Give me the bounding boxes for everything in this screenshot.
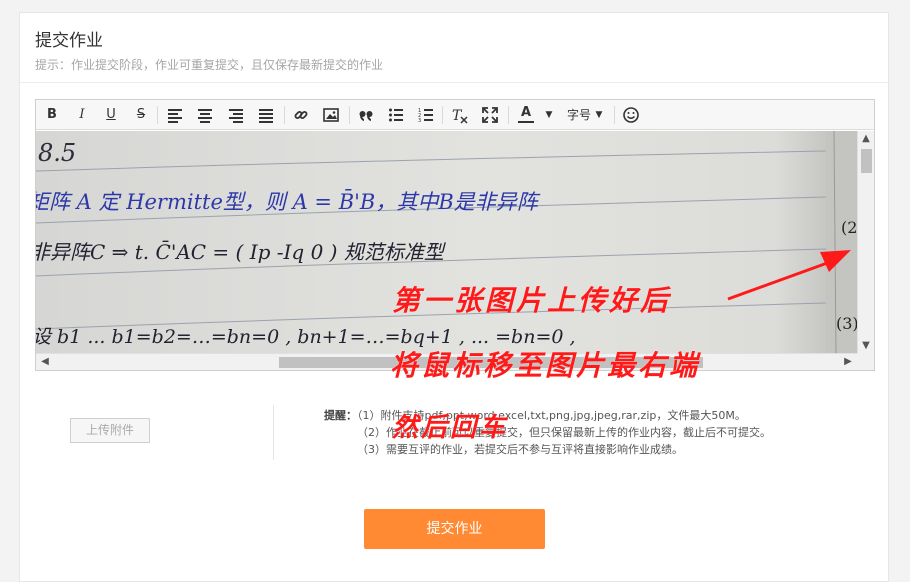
- annotation-line: 将鼠标移至图片最右端: [390, 349, 701, 382]
- annotation-line: 然后回车: [392, 413, 509, 443]
- annotation-line: 第一张图片上传好后: [392, 284, 672, 317]
